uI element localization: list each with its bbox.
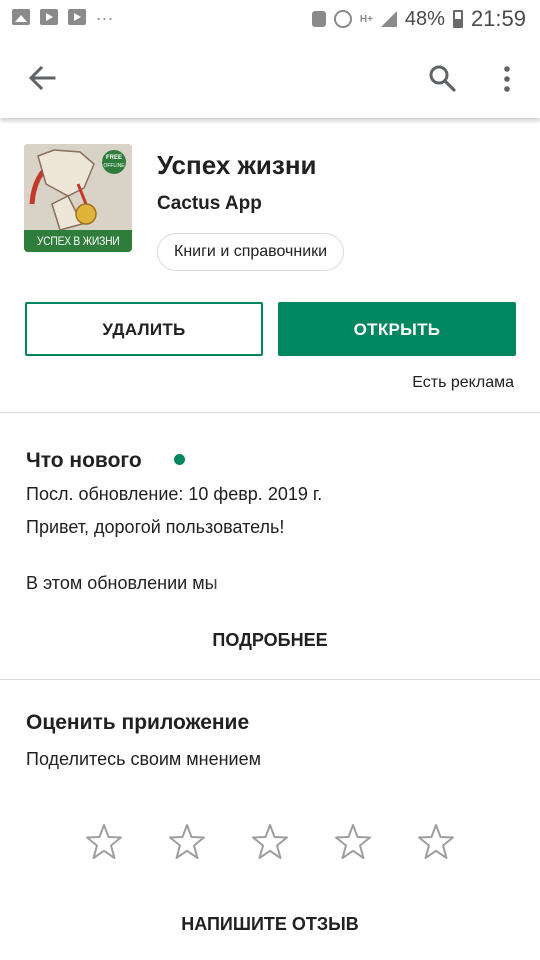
status-bar: ... H+ 48% 21:59 [0,0,540,38]
star-outline-icon[interactable] [84,822,124,862]
more-vert-icon[interactable] [497,64,517,94]
star-outline-icon[interactable] [333,822,373,862]
new-indicator-dot [174,454,185,465]
notification-icons: ... [12,4,114,25]
app-icon: FREE OFFLINE УСПЕХ В ЖИЗНИ [24,144,132,252]
star-outline-icon[interactable] [167,822,207,862]
rate-app-subtitle: Поделитесь своим мнением [26,749,261,769]
category-chip[interactable]: Книги и справочники [157,233,345,271]
search-icon[interactable] [428,64,456,92]
app-title: Успех жизни [157,150,317,180]
recycle-icon [311,11,326,27]
arrow-back-icon[interactable] [28,66,56,90]
last-updated-text: Посл. обновление: 10 февр. 2019 г. [26,484,323,504]
contains-ads-note: Есть реклама [412,374,514,391]
app-bar [0,38,540,118]
divider [0,679,540,680]
youtube-icon [68,9,86,25]
developer-name[interactable]: Cactus App [157,193,262,215]
rate-app-title: Оценить приложение [26,711,250,734]
open-button[interactable]: ОТКРЫТЬ [278,302,516,356]
signal-icon [380,11,397,27]
star-rating [84,822,456,862]
uninstall-button[interactable]: УДАЛИТЬ [25,302,263,356]
free-offline-badge: FREE OFFLINE [102,150,126,174]
write-review-button[interactable]: НАПИШИТЕ ОТЗЫВ [0,914,540,935]
badge-offline-label: OFFLINE [103,163,125,169]
whats-new-greeting: Привет, дорогой пользователь! [26,517,285,537]
clock: 21:59 [470,6,526,31]
overflow-dots: ... [96,3,115,24]
image-icon [12,9,30,25]
icon-banner-text: УСПЕХ В ЖИЗНИ [24,230,132,252]
battery-percent: 48% [404,7,445,30]
badge-free-label: FREE [105,155,122,161]
system-icons: H+ 48% 21:59 [311,6,526,32]
whats-new-title: Что нового [26,449,142,472]
youtube-icon [40,9,58,25]
star-outline-icon[interactable] [416,822,456,862]
whats-new-preview: В этом обновлении мы [26,573,218,593]
network-type: H+ [359,13,373,25]
divider [0,412,540,413]
alarm-icon [333,10,352,28]
read-more-button[interactable]: ПОДРОБНЕЕ [0,630,540,651]
battery-icon [452,10,463,28]
star-outline-icon[interactable] [250,822,290,862]
